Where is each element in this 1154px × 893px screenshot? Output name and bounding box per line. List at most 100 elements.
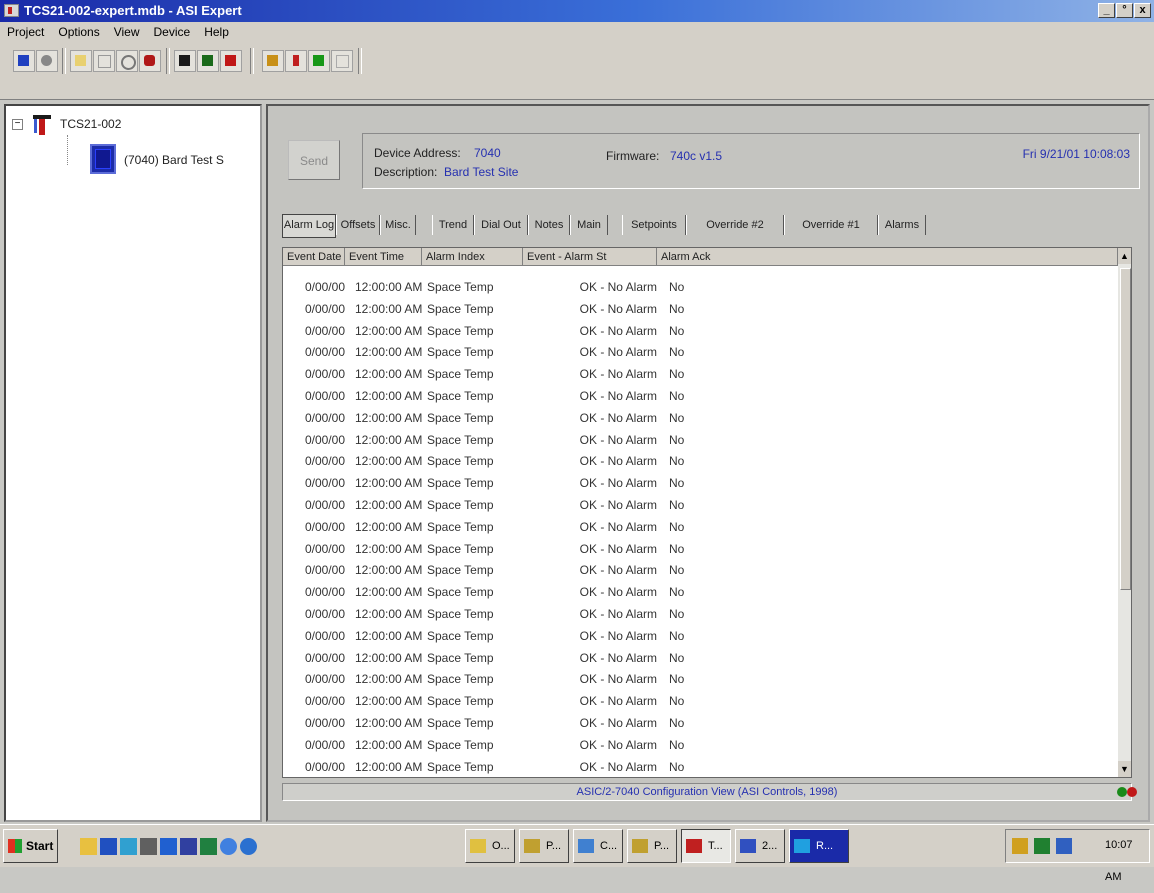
save-icon[interactable] [174, 50, 196, 72]
cell-event-time: 12:00:00 AM [355, 301, 423, 316]
task-button[interactable]: C... [573, 829, 623, 863]
minimize-button[interactable]: _ [1098, 3, 1115, 18]
open-icon[interactable] [70, 50, 92, 72]
cell-event-time: 12:00:00 AM [355, 694, 423, 709]
collapse-toggle[interactable]: − [12, 119, 23, 130]
column-event-alarm-state[interactable]: Event - Alarm St [523, 248, 657, 266]
save-red-icon[interactable] [220, 50, 242, 72]
taskbar-clock[interactable]: 10:07 AM [1105, 829, 1150, 883]
table-row[interactable]: 0/00/0012:00:00 AMSpace TempOK - No Alar… [283, 363, 1118, 385]
table-row[interactable]: 0/00/0012:00:00 AMSpace TempOK - No Alar… [283, 647, 1118, 669]
table-row[interactable]: 0/00/0012:00:00 AMSpace TempOK - No Alar… [283, 712, 1118, 734]
table-row[interactable]: 0/00/0012:00:00 AMSpace TempOK - No Alar… [283, 538, 1118, 560]
table-row[interactable]: 0/00/0012:00:00 AMSpace TempOK - No Alar… [283, 516, 1118, 538]
quicklaunch-app-icon[interactable] [140, 838, 157, 855]
quicklaunch-desktop-icon[interactable] [160, 838, 177, 855]
table-row[interactable]: 0/00/0012:00:00 AMSpace TempOK - No Alar… [283, 690, 1118, 712]
tab-alarm-log[interactable]: Alarm Log [282, 214, 336, 238]
tab-notes[interactable]: Notes [528, 215, 570, 235]
menu-project[interactable]: Project [0, 22, 51, 42]
tree-device-label[interactable]: (7040) Bard Test S [124, 153, 224, 167]
home-icon[interactable] [262, 50, 284, 72]
disconnect-icon[interactable] [36, 50, 58, 72]
quicklaunch-ie-icon[interactable] [240, 838, 257, 855]
table-row[interactable]: 0/00/0012:00:00 AMSpace TempOK - No Alar… [283, 603, 1118, 625]
tray-app-icon[interactable] [1034, 838, 1050, 854]
task-app-icon [686, 839, 702, 853]
start-button[interactable]: Start [3, 829, 58, 863]
tab-dial-out[interactable]: Dial Out [474, 215, 528, 235]
table-row[interactable]: 0/00/0012:00:00 AMSpace TempOK - No Alar… [283, 407, 1118, 429]
quicklaunch-browser-icon[interactable] [220, 838, 237, 855]
tab-offsets[interactable]: Offsets [336, 215, 380, 235]
table-row[interactable]: 0/00/0012:00:00 AMSpace TempOK - No Alar… [283, 298, 1118, 320]
quicklaunch-folder-icon[interactable] [80, 838, 97, 855]
task-button[interactable]: 2... [735, 829, 785, 863]
cell-alarm-ack: No [669, 432, 685, 447]
table-row[interactable]: 0/00/0012:00:00 AMSpace TempOK - No Alar… [283, 494, 1118, 516]
task-button-active[interactable]: T... [681, 829, 731, 863]
tab-trend[interactable]: Trend [432, 215, 474, 235]
tab-alarms[interactable]: Alarms [878, 215, 926, 235]
title-bar[interactable]: TCS21-002-expert.mdb - ASI Expert [0, 0, 1154, 22]
table-row[interactable]: 0/00/0012:00:00 AMSpace TempOK - No Alar… [283, 320, 1118, 342]
table-row[interactable]: 0/00/0012:00:00 AMSpace TempOK - No Alar… [283, 777, 1118, 778]
menu-device[interactable]: Device [147, 22, 198, 42]
quicklaunch-database-icon[interactable] [180, 838, 197, 855]
tree-scrollbar[interactable] [6, 818, 260, 822]
connect-icon[interactable] [13, 50, 35, 72]
tab-override-1[interactable]: Override #1 [784, 215, 878, 235]
table-row[interactable]: 0/00/0012:00:00 AMSpace TempOK - No Alar… [283, 472, 1118, 494]
task-button[interactable]: R... [789, 829, 849, 863]
alarm-log-table[interactable]: Event Date Event Time Alarm Index Event … [282, 247, 1132, 778]
tab-main[interactable]: Main [570, 215, 608, 235]
table-row[interactable]: 0/00/0012:00:00 AMSpace TempOK - No Alar… [283, 625, 1118, 647]
table-row[interactable]: 0/00/0012:00:00 AMSpace TempOK - No Alar… [283, 450, 1118, 472]
ti-icon[interactable] [285, 50, 307, 72]
tray-network-icon[interactable] [1012, 838, 1028, 854]
tree-root-label[interactable]: TCS21-002 [60, 117, 121, 131]
menu-help[interactable]: Help [197, 22, 236, 42]
quicklaunch-map-icon[interactable] [200, 838, 217, 855]
device-tree[interactable] [4, 104, 262, 822]
scroll-down-arrow[interactable]: ▼ [1118, 761, 1131, 777]
save-all-icon[interactable] [197, 50, 219, 72]
column-alarm-ack[interactable]: Alarm Ack [657, 248, 1118, 266]
print-icon[interactable] [331, 50, 353, 72]
table-row[interactable]: 0/00/0012:00:00 AMSpace TempOK - No Alar… [283, 276, 1118, 298]
refresh-icon[interactable] [93, 50, 115, 72]
cell-event-alarm-state: OK - No Alarm [579, 410, 657, 425]
monitor-icon[interactable] [308, 50, 330, 72]
quicklaunch-window-icon[interactable] [120, 838, 137, 855]
task-button[interactable]: O... [465, 829, 515, 863]
quicklaunch-grid-icon[interactable] [100, 838, 117, 855]
app-icon[interactable] [4, 4, 19, 17]
scroll-up-arrow[interactable]: ▲ [1118, 248, 1131, 264]
task-button[interactable]: P... [519, 829, 569, 863]
table-row[interactable]: 0/00/0012:00:00 AMSpace TempOK - No Alar… [283, 734, 1118, 756]
delete-icon[interactable] [139, 50, 161, 72]
find-icon[interactable] [116, 50, 138, 72]
menu-options[interactable]: Options [51, 22, 106, 42]
table-row[interactable]: 0/00/0012:00:00 AMSpace TempOK - No Alar… [283, 429, 1118, 451]
table-row[interactable]: 0/00/0012:00:00 AMSpace TempOK - No Alar… [283, 756, 1118, 777]
tab-misc[interactable]: Misc. [380, 215, 416, 235]
table-row[interactable]: 0/00/0012:00:00 AMSpace TempOK - No Alar… [283, 385, 1118, 407]
table-row[interactable]: 0/00/0012:00:00 AMSpace TempOK - No Alar… [283, 668, 1118, 690]
column-event-date[interactable]: Event Date [283, 248, 345, 266]
column-alarm-index[interactable]: Alarm Index [422, 248, 523, 266]
task-button[interactable]: P... [627, 829, 677, 863]
column-event-time[interactable]: Event Time [345, 248, 422, 266]
table-row[interactable]: 0/00/0012:00:00 AMSpace TempOK - No Alar… [283, 341, 1118, 363]
table-row[interactable]: 0/00/0012:00:00 AMSpace TempOK - No Alar… [283, 581, 1118, 603]
tray-volume-icon[interactable] [1056, 838, 1072, 854]
send-button[interactable]: Send [288, 140, 340, 180]
tab-override-2[interactable]: Override #2 [686, 215, 784, 235]
task-label: 2... [762, 840, 778, 852]
tab-setpoints[interactable]: Setpoints [622, 215, 686, 235]
restore-button[interactable]: ° [1116, 3, 1133, 18]
close-button[interactable]: x [1134, 3, 1151, 18]
scrollbar-thumb[interactable] [1120, 268, 1131, 590]
menu-view[interactable]: View [107, 22, 147, 42]
table-row[interactable]: 0/00/0012:00:00 AMSpace TempOK - No Alar… [283, 559, 1118, 581]
